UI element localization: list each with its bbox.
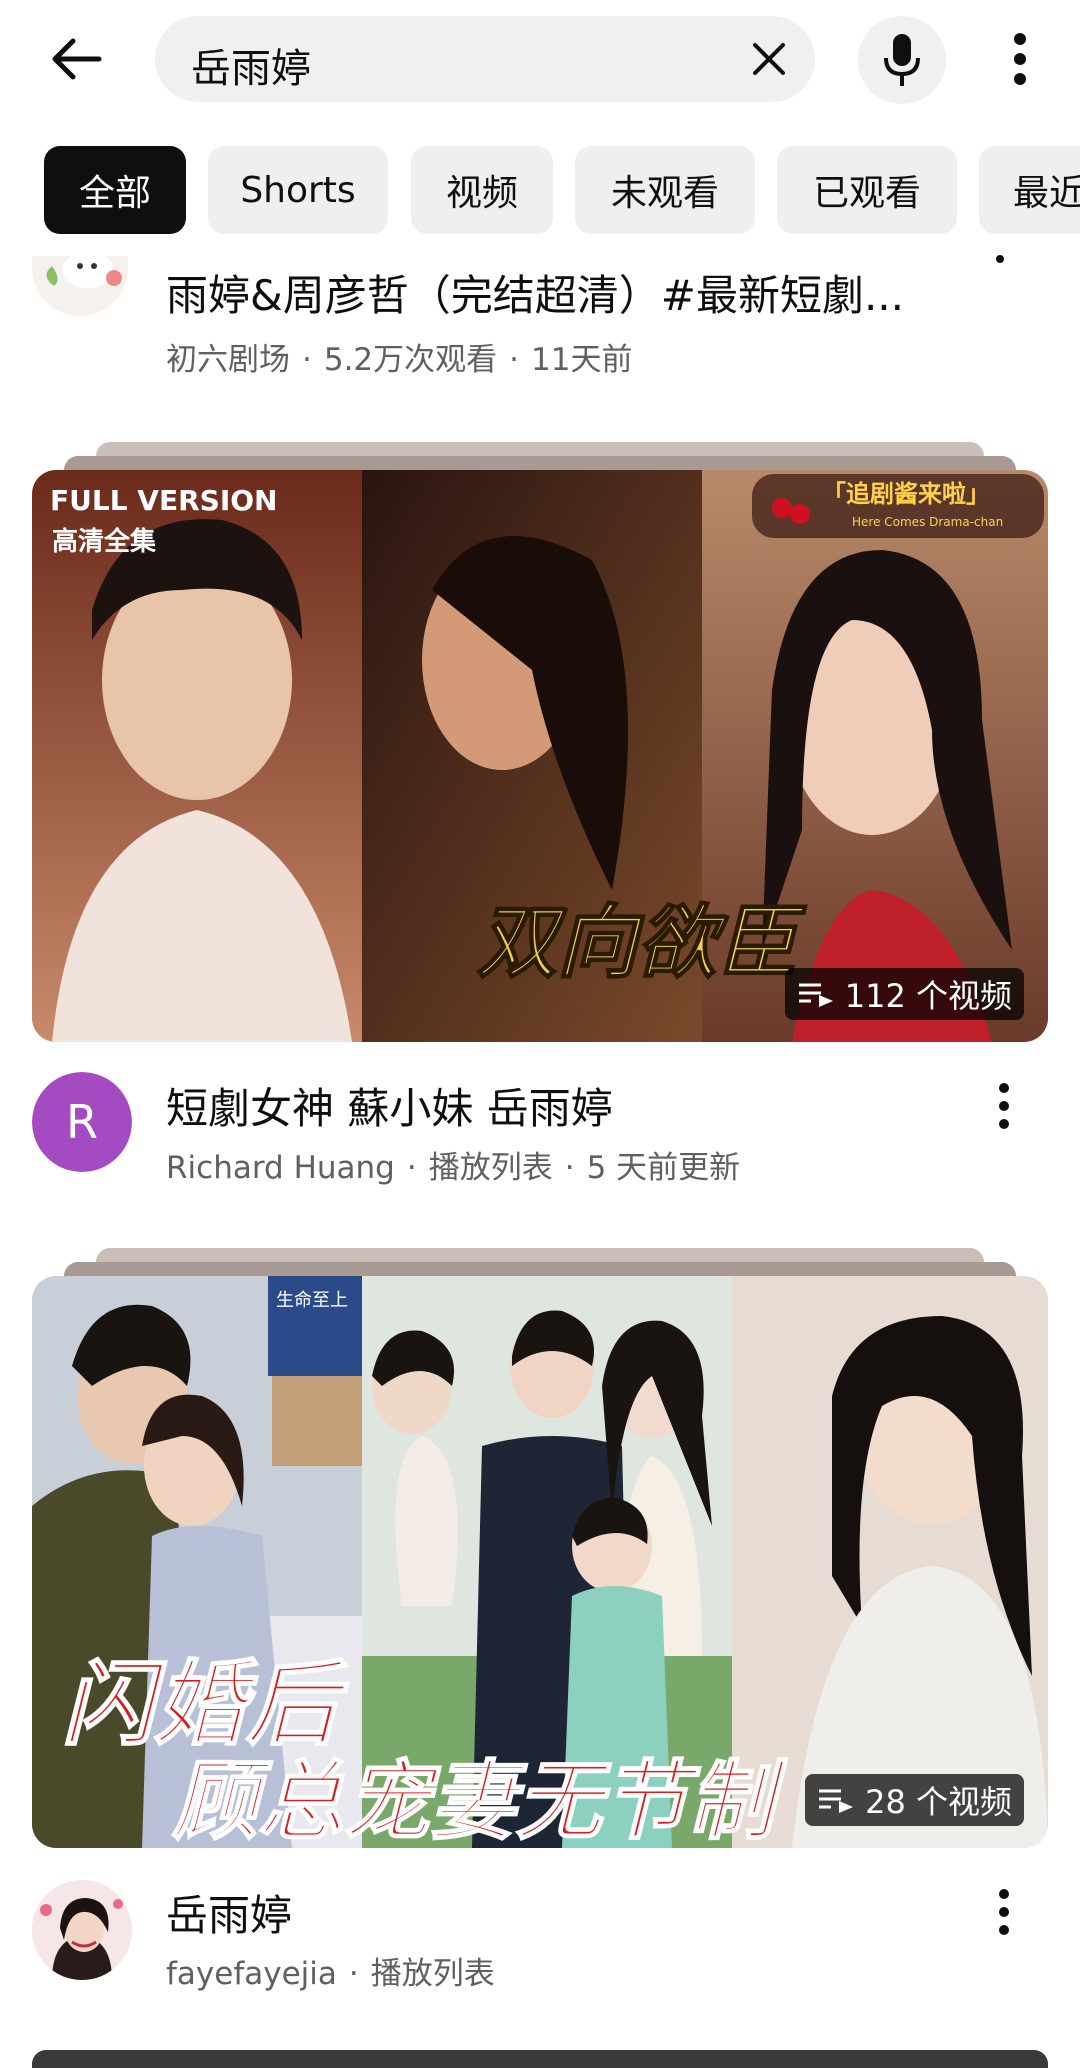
chip-recent[interactable]: 最近 <box>979 146 1080 234</box>
video-meta: 初六剧场 · 5.2万次观看 · 11天前 <box>166 342 633 378</box>
upload-age: 11天前 <box>531 342 633 378</box>
playlist-type: 播放列表 <box>370 1956 495 1992</box>
playlist-stack-edge <box>96 1248 984 1262</box>
playlist-title[interactable]: 短劇女神 蘇小妹 岳雨婷 <box>166 1075 613 1136</box>
top-app-bar: 岳雨婷 <box>0 0 1080 130</box>
overlay-subtitle: 高清全集 <box>52 526 157 557</box>
playlist-type: 播放列表 <box>428 1150 553 1186</box>
more-vert-icon[interactable] <box>984 1882 1024 1942</box>
overlay-drama-title-line1: 闪婚后 <box>62 1650 349 1758</box>
chip-unwatched[interactable]: 未观看 <box>575 146 755 234</box>
microphone-icon[interactable] <box>858 16 946 104</box>
video-count-badge: 28 个视频 <box>805 1774 1024 1826</box>
playlist-title[interactable]: 岳雨婷 <box>166 1882 292 1943</box>
thumbnail-image: FULL VERSION 高清全集 「追剧酱来啦」 Here Comes Dra… <box>32 470 1048 1042</box>
updated-text: 5 天前更新 <box>586 1150 741 1186</box>
playlist-stack-edge <box>64 456 1016 470</box>
chip-all[interactable]: 全部 <box>44 146 186 234</box>
overlay-brand-sub: Here Comes Drama-chan <box>852 515 1003 529</box>
more-vert-icon[interactable] <box>984 1076 1024 1136</box>
playlist-meta: fayefayejia · 播放列表 <box>166 1956 495 1992</box>
playlist-meta: Richard Huang · 播放列表 · 5 天前更新 <box>166 1150 741 1186</box>
chip-shorts[interactable]: Shorts <box>208 146 388 234</box>
playlist-stack-edge <box>96 442 984 456</box>
close-icon[interactable] <box>747 37 791 81</box>
overlay-brand: 「追剧酱来啦」 <box>822 480 990 508</box>
view-count: 5.2万次观看 <box>323 342 498 378</box>
channel-name[interactable]: fayefayejia <box>166 1956 337 1992</box>
channel-avatar[interactable] <box>32 1880 132 1980</box>
search-input[interactable]: 岳雨婷 <box>155 16 815 102</box>
more-vert-icon[interactable] <box>994 250 1014 270</box>
avatar-letter: R <box>32 1072 132 1172</box>
overlay-full-version: FULL VERSION <box>50 484 277 517</box>
playlist-thumbnail[interactable]: FULL VERSION 高清全集 「追剧酱来啦」 Here Comes Dra… <box>32 470 1048 1042</box>
playlist-thumbnail[interactable]: 生命至上 闪婚后 顾总宠妻无节制 28 个视频 <box>32 1276 1048 1848</box>
overlay-drama-title: 双向欲臣 <box>477 895 807 989</box>
video-count-badge: 112 个视频 <box>784 968 1024 1020</box>
more-vert-icon[interactable] <box>990 24 1050 94</box>
channel-avatar[interactable]: R <box>32 1072 132 1172</box>
playlist-stack-edge <box>64 1262 1016 1276</box>
next-thumbnail-edge <box>32 2050 1048 2068</box>
playlist-icon <box>798 983 833 1007</box>
chip-watched[interactable]: 已观看 <box>777 146 957 234</box>
playlist-icon <box>819 1789 854 1813</box>
avatar-image <box>32 1880 132 1980</box>
overlay-sign-text: 生命至上 <box>276 1290 348 1311</box>
overlay-drama-title-line2: 顾总宠妻无节制 <box>172 1751 788 1848</box>
chip-videos[interactable]: 视频 <box>411 146 553 234</box>
thumbnail-image: 生命至上 闪婚后 顾总宠妻无节制 <box>32 1276 1048 1848</box>
channel-name[interactable]: Richard Huang <box>166 1150 395 1186</box>
back-arrow-icon[interactable] <box>40 28 112 90</box>
video-count: 28 个视频 <box>865 1783 1012 1821</box>
search-query-text: 岳雨婷 <box>191 46 311 92</box>
video-title[interactable]: 雨婷&周彦哲（完结超清）#最新短劇... <box>166 262 956 323</box>
channel-name[interactable]: 初六剧场 <box>166 342 290 378</box>
channel-avatar[interactable] <box>32 256 128 316</box>
filter-chips: 全部 Shorts 视频 未观看 已观看 最近 <box>0 146 1080 236</box>
video-count: 112 个视频 <box>844 977 1012 1015</box>
